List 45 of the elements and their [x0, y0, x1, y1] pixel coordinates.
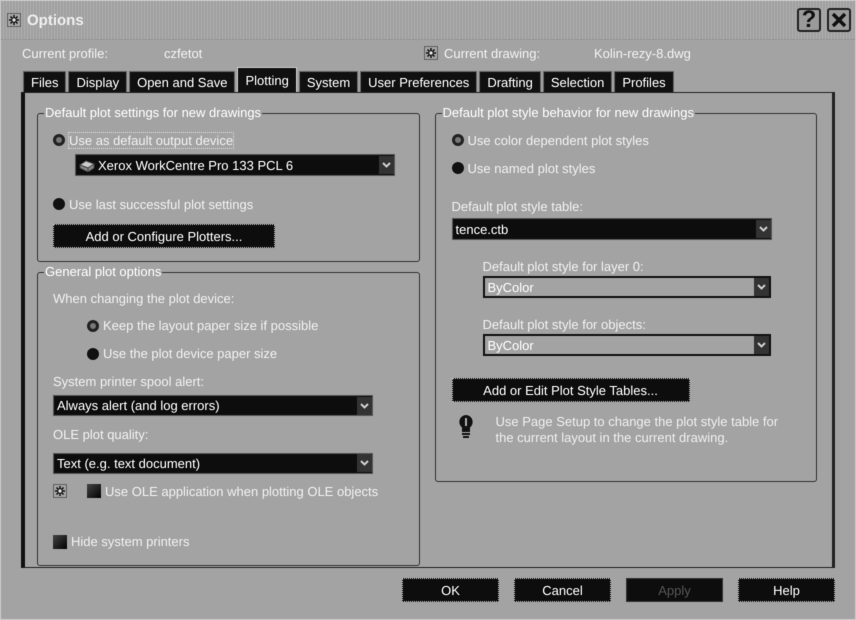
radio-button[interactable] — [87, 348, 99, 360]
radio-button[interactable] — [87, 320, 99, 332]
dialog-button[interactable]: Cancel — [514, 578, 611, 602]
field-label: System printer spool alert: — [53, 374, 204, 389]
tab[interactable]: System — [298, 71, 358, 92]
dropdown[interactable]: Text (e.g. text document) — [53, 452, 373, 474]
edit-plot-styles-button[interactable]: Add or Edit Plot Style Tables... — [452, 378, 690, 402]
printer-icon — [79, 158, 95, 172]
field-label: OLE plot quality: — [53, 427, 148, 442]
close-button[interactable] — [827, 8, 851, 32]
dialog-button[interactable]: Help — [738, 578, 835, 602]
checkbox[interactable] — [53, 534, 67, 549]
radio-button[interactable] — [452, 134, 464, 146]
dropdown[interactable]: Always alert (and log errors) — [53, 394, 373, 416]
dropdown[interactable]: Xerox WorkCentre Pro 133 PCL 6 — [75, 154, 395, 176]
dropdown[interactable]: tence.ctb — [452, 218, 772, 240]
tab[interactable]: Profiles — [614, 71, 674, 92]
field-label: Default plot style for objects: — [482, 317, 646, 332]
profile-label: Current profile: — [22, 46, 109, 60]
radio-button[interactable] — [53, 198, 65, 210]
tab[interactable]: Drafting — [479, 71, 541, 92]
field-label: When changing the plot device: — [53, 290, 234, 306]
tab[interactable]: Selection — [542, 71, 612, 92]
tab[interactable]: Display — [68, 71, 128, 92]
note-text: Use Page Setup to change the plot style table for the current layout in the current drawing. — [496, 414, 780, 446]
tab[interactable]: Open and Save — [129, 71, 236, 92]
field-label: Default plot style for layer 0: — [482, 259, 644, 274]
window-title: Options — [27, 12, 85, 28]
help-button[interactable]: ? — [797, 8, 821, 32]
radio-button[interactable] — [53, 134, 65, 146]
checkbox[interactable] — [87, 484, 101, 498]
lightbulb-icon — [458, 414, 474, 440]
tab[interactable]: Plotting — [237, 67, 297, 92]
profile-value: czfetot — [164, 46, 204, 60]
drawing-label: Current drawing: — [444, 46, 542, 60]
group-title: General plot options — [44, 264, 162, 279]
group-title: Default plot settings for new drawings — [44, 105, 262, 120]
tab[interactable]: User Preferences — [360, 71, 478, 92]
tab[interactable]: Files — [23, 71, 66, 92]
drawing-value: Kolin-rezy-8.dwg — [594, 46, 691, 60]
radio-button[interactable] — [452, 162, 464, 174]
field-label: Default plot style table: — [452, 199, 584, 214]
add-plotters-button[interactable]: Add or Configure Plotters... — [53, 224, 275, 248]
dialog-button[interactable]: OK — [402, 578, 499, 602]
group-title: Default plot style behavior for new drawings — [442, 105, 695, 120]
